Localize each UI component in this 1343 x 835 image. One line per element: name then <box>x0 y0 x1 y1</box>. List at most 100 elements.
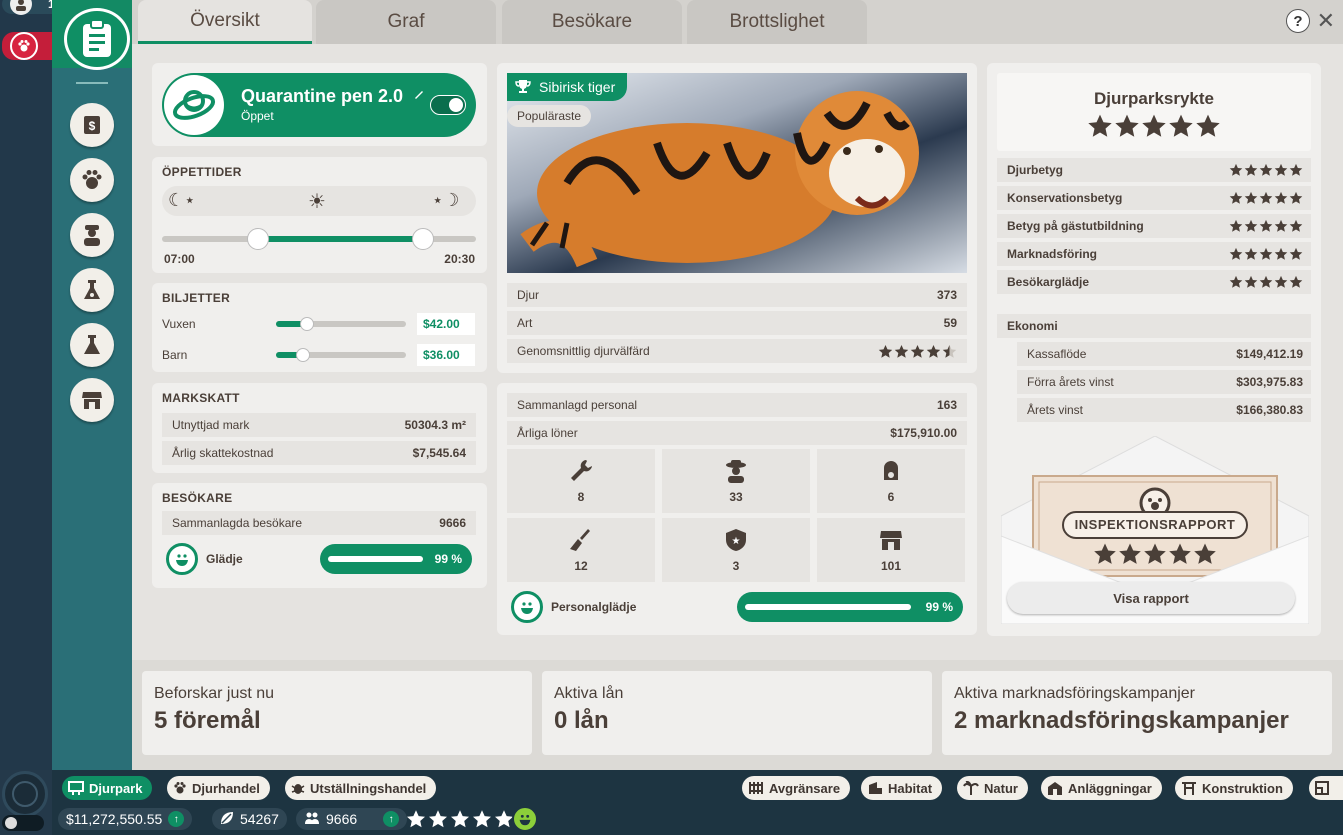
tab-exhibit-trade[interactable]: Utställningshandel <box>285 776 437 800</box>
view-report-button[interactable]: Visa rapport <box>1007 582 1295 614</box>
research-button[interactable] <box>70 268 114 312</box>
star-icon <box>1244 191 1258 204</box>
land-tax-title: MARKSKATT <box>162 391 240 405</box>
animals-button[interactable] <box>70 158 114 202</box>
loans-summary-card[interactable]: Aktiva lån 0 lån <box>542 671 932 755</box>
park-rating-stars[interactable] <box>406 808 514 830</box>
star-icon <box>1119 543 1141 564</box>
happy-face-icon <box>166 543 198 575</box>
land-used-value: 50304.3 m² <box>404 418 466 432</box>
star-icon <box>1142 114 1166 137</box>
inspection-title: INSPEKTIONSRAPPORT <box>1074 517 1236 532</box>
star-icon <box>1169 114 1193 137</box>
star-icon <box>1289 163 1303 176</box>
star-icon <box>1274 191 1288 204</box>
economy-value: $149,412.19 <box>1236 347 1303 361</box>
tab-overview[interactable]: Översikt <box>138 0 312 44</box>
edit-pencil-icon[interactable] <box>413 87 425 105</box>
child-price[interactable]: $36.00 <box>417 344 475 366</box>
help-button[interactable]: ? <box>1286 9 1310 33</box>
land-used-label: Utnyttjad mark <box>172 418 250 432</box>
construction-icon <box>1182 782 1196 795</box>
economy-value: $303,975.83 <box>1236 375 1303 389</box>
finance-button[interactable]: $ <box>70 103 114 147</box>
keepers-count-box[interactable]: 33 <box>662 449 810 513</box>
happiness-face-icon[interactable] <box>512 806 538 832</box>
adult-price-handle[interactable] <box>300 317 314 331</box>
tab-crime[interactable]: Brottslighet <box>687 0 867 44</box>
zoo-sign-icon <box>68 781 84 795</box>
staff-happiness-bar: 99 % <box>737 592 963 622</box>
janitors-count-box[interactable]: 12 <box>507 518 655 582</box>
shops-button[interactable] <box>70 378 114 422</box>
adult-price[interactable]: $42.00 <box>417 313 475 335</box>
tab-barriers[interactable]: Avgränsare <box>742 776 851 800</box>
staff-happiness-pct: 99 % <box>925 600 953 614</box>
total-staff-label: Sammanlagd personal <box>517 398 638 412</box>
close-button[interactable]: ✕ <box>1317 8 1335 34</box>
happy-face-icon <box>511 591 543 623</box>
leaf-icon <box>220 811 234 828</box>
research-summary-card[interactable]: Beforskar just nu 5 föremål <box>142 671 532 755</box>
conservation-stat[interactable]: 54267 <box>212 808 287 830</box>
sun-icon: ☀ <box>308 191 326 213</box>
economy-row: Årets vinst $166,380.83 <box>1017 398 1311 422</box>
guests-value: 9666 <box>326 811 358 827</box>
mechanics-count-box[interactable]: 8 <box>507 449 655 513</box>
keepers-count: 33 <box>729 490 743 504</box>
tab-construction[interactable]: Konstruktion <box>1175 776 1293 800</box>
welfare-label: Genomsnittlig djurvälfärd <box>517 344 650 358</box>
clipboard-menu-button[interactable] <box>64 8 130 70</box>
star-icon <box>1259 219 1273 232</box>
annual-tax-label: Årlig skattekostnad <box>172 446 274 460</box>
janitors-count: 12 <box>574 559 588 573</box>
tab-zoo[interactable]: Djurpark <box>62 776 153 800</box>
money-stat[interactable]: $11,272,550.55 ↑ <box>58 808 193 830</box>
species-row: Art 59 <box>507 311 967 335</box>
tab-more-truncated[interactable] <box>1309 776 1343 800</box>
open-time-handle[interactable] <box>247 228 269 250</box>
rating-stars <box>1229 247 1303 261</box>
tab-animal-trade[interactable]: Djurhandel <box>167 776 270 800</box>
security-count-box[interactable]: ★ 3 <box>662 518 810 582</box>
star-icon <box>407 810 425 828</box>
close-time-handle[interactable] <box>412 228 434 250</box>
tab-habitat[interactable]: Habitat <box>861 776 943 800</box>
paw-icon <box>174 782 186 794</box>
staff-button[interactable] <box>70 213 114 257</box>
animals-label: Djur <box>517 288 540 302</box>
child-price-handle[interactable] <box>296 348 310 362</box>
visitors-title: BESÖKARE <box>162 491 233 505</box>
total-staff-value: 163 <box>936 398 957 412</box>
habitat-name[interactable]: Quarantine pen 2.0 <box>241 86 403 107</box>
star-icon <box>1289 275 1303 288</box>
open-toggle[interactable] <box>430 95 466 115</box>
wrench-flask-icon <box>84 335 100 354</box>
staff-icon <box>84 225 100 246</box>
tab-label: Avgränsare <box>769 780 841 796</box>
star-icon <box>910 344 925 358</box>
camera-dial[interactable] <box>2 771 48 817</box>
star-icon <box>1274 275 1288 288</box>
economy-title: Ekonomi <box>1007 319 1058 333</box>
marketing-summary-card[interactable]: Aktiva marknadsföringskampanjer 2 markna… <box>942 671 1332 755</box>
star-icon <box>1259 191 1273 204</box>
time-toggle[interactable] <box>2 815 44 831</box>
vendors-count-box[interactable]: 101 <box>817 518 965 582</box>
visitor-happiness-fill <box>328 556 423 562</box>
svg-text:★: ★ <box>732 536 741 547</box>
vets-count-box[interactable]: 6 <box>817 449 965 513</box>
star-icon <box>942 344 957 358</box>
tab-graph[interactable]: Graf <box>316 0 496 44</box>
money-icon: $ <box>84 116 100 134</box>
tab-nature[interactable]: Natur <box>957 776 1028 800</box>
tab-visitors[interactable]: Besökare <box>502 0 682 44</box>
rating-label: Konservationsbetyg <box>1007 191 1123 205</box>
blueprint-icon <box>1315 781 1329 795</box>
visitor-happiness-bar: 99 % <box>320 544 472 574</box>
guest-stat[interactable]: 9666 ↑ <box>296 808 408 830</box>
star-icon <box>1229 275 1243 288</box>
maintenance-button[interactable] <box>70 323 114 367</box>
tab-facilities[interactable]: Anläggningar <box>1041 776 1162 800</box>
tab-label: Konstruktion <box>1202 780 1283 796</box>
